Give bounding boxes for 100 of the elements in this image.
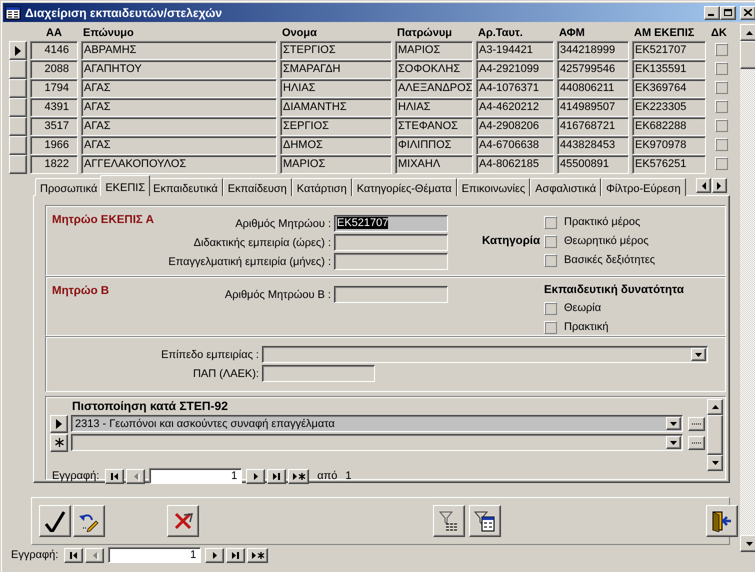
field-label: Επαγγελματική εμπειρία (μήνες) :: [167, 256, 331, 268]
filter-button[interactable]: [433, 505, 465, 537]
checkbox[interactable]: [714, 119, 728, 132]
tab[interactable]: Εκπαίδευση: [222, 178, 292, 196]
checkbox-label: Πρακτικό μέρος: [564, 216, 640, 228]
first-record-button[interactable]: [105, 468, 124, 484]
subform-title: Πιστοποίηση κατά ΣΤΕΠ-92: [72, 399, 228, 414]
grid-cell: ΣΕΡΓΙΟΣ: [280, 117, 392, 136]
record-number-field[interactable]: 1: [108, 547, 202, 563]
record-selector[interactable]: [50, 414, 68, 432]
save-icon: [44, 510, 66, 532]
combo-box[interactable]: [262, 346, 708, 363]
text-field[interactable]: [334, 234, 448, 251]
right-arrow-icon: [717, 182, 722, 190]
undo-button[interactable]: [73, 505, 105, 537]
delete-button[interactable]: [167, 505, 199, 537]
first-record-button[interactable]: [64, 548, 84, 562]
browse-button[interactable]: [688, 436, 705, 450]
checkbox[interactable]: [544, 320, 557, 334]
record-selector[interactable]: [9, 41, 27, 60]
checkbox[interactable]: [714, 157, 728, 170]
window-title: Διαχείριση εκπαιδευτών/στελεχών: [25, 6, 224, 20]
tab[interactable]: Προσωπικά: [35, 178, 102, 196]
combo-box[interactable]: 2313 - Γεωπόνοι και ασκούντες συναφή επαγγέλματα: [71, 415, 683, 432]
close-button[interactable]: [740, 6, 755, 20]
column-header[interactable]: Επώνυμο: [81, 26, 277, 38]
new-record-button[interactable]: [247, 548, 268, 562]
checkbox[interactable]: [714, 43, 728, 56]
column-header[interactable]: Αρ.Ταυτ.: [476, 26, 554, 38]
column-header[interactable]: ΔΚ: [709, 26, 733, 38]
record-selector[interactable]: [9, 98, 27, 117]
scroll-up-button[interactable]: [740, 24, 755, 41]
scroll-up-button[interactable]: [707, 399, 723, 415]
next-record-button[interactable]: [205, 548, 224, 562]
scroll-left-button[interactable]: [696, 178, 711, 193]
checkbox[interactable]: [714, 100, 728, 113]
last-record-button[interactable]: [267, 468, 286, 484]
tab[interactable]: Ασφαλιστικά: [530, 178, 602, 196]
scroll-down-button[interactable]: [740, 535, 755, 552]
combo-box[interactable]: [71, 434, 683, 451]
checkbox[interactable]: [544, 234, 557, 248]
tab[interactable]: Εκπαιδευτικά: [148, 178, 223, 196]
checkbox[interactable]: [544, 254, 557, 266]
first-record-icon: [69, 550, 78, 560]
record-selector[interactable]: [50, 434, 68, 452]
checkbox[interactable]: [714, 138, 728, 151]
checkbox[interactable]: [544, 302, 557, 314]
text-field[interactable]: ΕΚ521707: [334, 215, 448, 232]
scroll-thumb[interactable]: [707, 415, 723, 455]
grid-cell: ΑΓΓΕΛΑΚΟΠΟΥΛΟΣ: [81, 155, 277, 174]
column-header[interactable]: Πατρώνυμ: [395, 26, 473, 38]
column-header[interactable]: ΑΜ ΕΚΕΠΙΣ: [632, 26, 706, 38]
last-record-icon: [272, 472, 282, 480]
scroll-thumb[interactable]: [740, 41, 755, 69]
column-header[interactable]: ΑΑ: [30, 26, 78, 38]
text-field[interactable]: [334, 253, 448, 270]
tab[interactable]: ΕΚΕΠΙΣ: [100, 175, 150, 196]
grid-cell: 443828453: [557, 136, 629, 155]
scroll-down-button[interactable]: [707, 455, 723, 471]
tab[interactable]: Κατάρτιση: [292, 178, 352, 196]
grid-cell: ΕΚ135591: [632, 60, 706, 79]
tab[interactable]: Φίλτρο-Εύρεση: [601, 178, 686, 196]
record-selector[interactable]: [9, 60, 27, 79]
record-selector[interactable]: [9, 155, 27, 174]
record-selector[interactable]: [9, 136, 27, 155]
grid-cell: 416768721: [557, 117, 629, 136]
text-field[interactable]: [262, 365, 375, 382]
record-count-label: από: [317, 470, 338, 482]
tab[interactable]: Επικοινωνίες: [456, 178, 530, 196]
save-button[interactable]: [39, 505, 71, 537]
grid-cell: 2088: [30, 60, 78, 79]
grid-cell: 1794: [30, 79, 78, 98]
grid-cell: ΗΛΙΑΣ: [395, 98, 473, 117]
record-selector[interactable]: [9, 79, 27, 98]
checkbox[interactable]: [544, 216, 557, 228]
column-header[interactable]: Ονομα: [280, 26, 392, 38]
grid-cell: 45500891: [557, 155, 629, 174]
tab[interactable]: Κατηγορίες-Θέματα: [352, 178, 457, 196]
minimize-button[interactable]: [704, 6, 720, 20]
record-number-field[interactable]: 1: [149, 468, 242, 484]
checkbox[interactable]: [714, 62, 728, 75]
grid-cell: ΑΓΑΣ: [81, 79, 277, 98]
scroll-right-button[interactable]: [712, 178, 727, 193]
grid-cell: 4146: [30, 41, 78, 60]
next-record-button[interactable]: [246, 468, 266, 484]
record-selector[interactable]: [9, 117, 27, 136]
group-label: Εκπαιδευτική δυνατότητα: [544, 284, 684, 296]
grid-cell: ΕΚ521707: [632, 41, 706, 60]
text-field[interactable]: [334, 286, 448, 303]
exit-button[interactable]: [706, 505, 738, 537]
checkbox[interactable]: [714, 81, 728, 94]
maximize-button[interactable]: [720, 6, 736, 20]
new-record-button[interactable]: [288, 468, 310, 484]
last-record-button[interactable]: [226, 548, 246, 562]
filter-by-form-button[interactable]: [469, 505, 501, 537]
section-title: Μητρώο Β: [52, 285, 110, 299]
dropdown-arrow-icon: [670, 440, 677, 444]
browse-button[interactable]: [688, 416, 705, 430]
column-header[interactable]: ΑΦΜ: [557, 26, 629, 38]
dropdown-arrow-icon: [695, 352, 702, 356]
